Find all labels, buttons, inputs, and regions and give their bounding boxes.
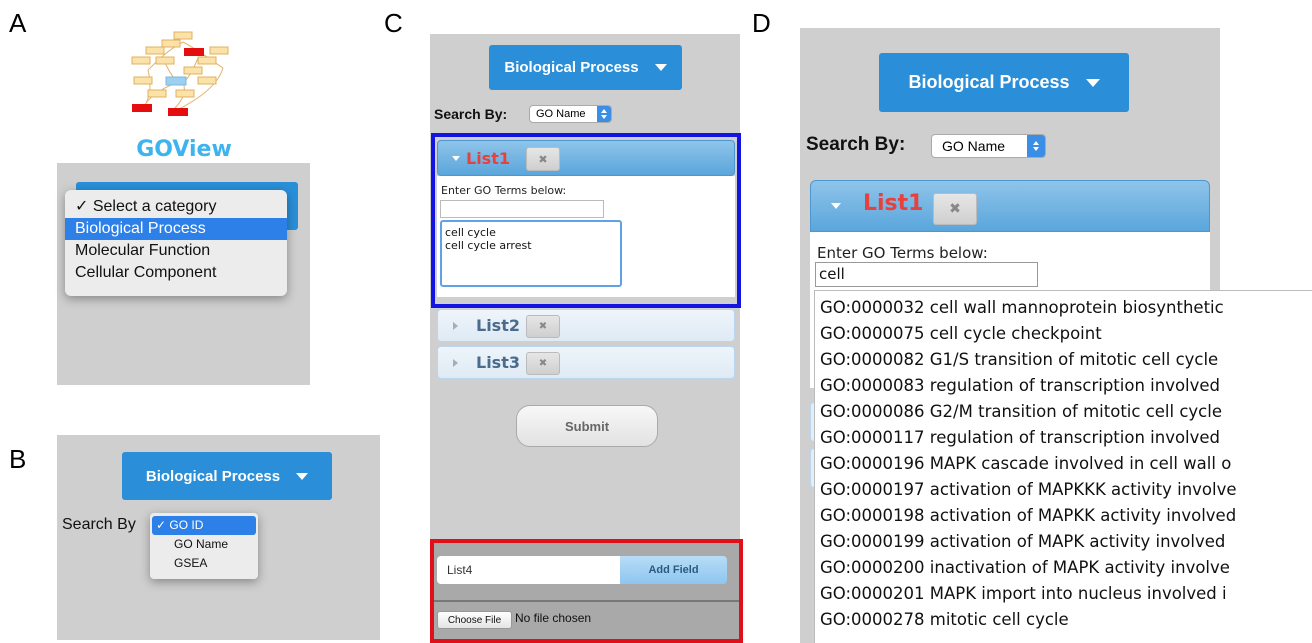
category-option-molecular-function[interactable]: Molecular Function bbox=[65, 240, 287, 262]
suggestion-item[interactable]: GO:0000117 regulation of transcription i… bbox=[820, 425, 1312, 451]
enter-terms-label: Enter GO Terms below: bbox=[817, 244, 988, 262]
search-by-option-gsea[interactable]: GSEA bbox=[150, 554, 258, 573]
suggestion-item[interactable]: GO:0000201 MAPK import into nucleus invo… bbox=[820, 581, 1312, 607]
goview-logo-icon bbox=[131, 31, 229, 116]
suggestion-item[interactable]: GO:0000198 activation of MAPKK activity … bbox=[820, 503, 1312, 529]
choose-file-label: Choose File bbox=[447, 614, 502, 626]
category-select-button[interactable]: Biological Process bbox=[489, 45, 682, 90]
accordion-header-list1[interactable]: List1 ✖ bbox=[437, 140, 735, 176]
expanded-arrow-icon bbox=[831, 203, 841, 209]
accordion-header-list3[interactable]: List3 ✖ bbox=[437, 346, 735, 379]
close-icon: ✖ bbox=[538, 152, 548, 166]
term-search-input[interactable] bbox=[440, 200, 604, 218]
go-terms-textarea[interactable]: cell cycle cell cycle arrest bbox=[440, 220, 622, 287]
list1-content: Enter GO Terms below: cell cycle cell cy… bbox=[437, 176, 735, 297]
category-dropdown-menu: ✓ Select a category Biological Process M… bbox=[65, 190, 287, 296]
accordion-header-list2[interactable]: List2 ✖ bbox=[437, 309, 735, 342]
suggestion-item[interactable]: GO:0000075 cell cycle checkpoint bbox=[820, 321, 1312, 347]
search-by-select[interactable]: GO Name bbox=[931, 134, 1046, 158]
suggestion-item[interactable]: GO:0000196 MAPK cascade involved in cell… bbox=[820, 451, 1312, 477]
select-stepper-icon bbox=[1027, 135, 1045, 157]
collapsed-arrow-icon bbox=[453, 322, 458, 330]
goview-logo-text: GOView bbox=[136, 137, 232, 162]
search-by-select-value: GO Name bbox=[536, 108, 586, 120]
category-button-label: Biological Process bbox=[908, 72, 1070, 92]
no-file-label: No file chosen bbox=[515, 611, 592, 625]
textarea-line: cell cycle bbox=[445, 226, 496, 239]
suggestion-item[interactable]: GO:0000199 activation of MAPK activity i… bbox=[820, 529, 1312, 555]
category-button-label: Biological Process bbox=[504, 59, 639, 76]
accordion-header-list1[interactable]: List1 ✖ bbox=[810, 180, 1210, 232]
caret-down-icon bbox=[654, 64, 667, 71]
add-field-button[interactable]: Add Field bbox=[620, 556, 727, 584]
search-by-label: Search By: bbox=[806, 134, 906, 155]
search-by-option-go-id[interactable]: ✓ GO ID bbox=[152, 516, 256, 535]
autocomplete-suggestions: GO:0000032 cell wall mannoprotein biosyn… bbox=[814, 290, 1312, 643]
search-by-select[interactable]: GO Name bbox=[529, 105, 612, 123]
close-icon: ✖ bbox=[538, 358, 548, 369]
panel-label-a: A bbox=[9, 8, 27, 38]
submit-button-label: Submit bbox=[564, 418, 610, 434]
search-by-label: Search By bbox=[62, 516, 136, 533]
search-by-select-value: GO Name bbox=[942, 138, 1006, 154]
new-field-input[interactable]: List4 bbox=[437, 556, 620, 584]
term-search-input[interactable]: cell bbox=[815, 262, 1038, 287]
panel-label-c: C bbox=[384, 8, 403, 38]
suggestion-item[interactable]: GO:0000200 inactivation of MAPK activity… bbox=[820, 555, 1312, 581]
suggestion-item[interactable]: GO:0000032 cell wall mannoprotein biosyn… bbox=[820, 295, 1312, 321]
remove-list-button[interactable]: ✖ bbox=[526, 352, 560, 375]
select-stepper-icon bbox=[597, 106, 611, 122]
remove-list-button[interactable]: ✖ bbox=[933, 193, 977, 225]
expanded-arrow-icon bbox=[452, 156, 460, 161]
close-icon: ✖ bbox=[538, 321, 548, 332]
list-title: List2 bbox=[476, 316, 520, 335]
enter-terms-label: Enter GO Terms below: bbox=[441, 184, 567, 197]
caret-down-icon bbox=[296, 472, 309, 480]
panel-label-b: B bbox=[9, 444, 27, 474]
list-title: List3 bbox=[476, 353, 520, 372]
search-by-option-go-name[interactable]: GO Name bbox=[150, 535, 258, 554]
panel-label-d: D bbox=[752, 8, 771, 38]
choose-file-button[interactable]: Choose File bbox=[437, 611, 512, 629]
category-select-button[interactable]: Biological Process bbox=[122, 452, 332, 500]
category-option-select[interactable]: ✓ Select a category bbox=[65, 196, 287, 218]
close-icon: ✖ bbox=[949, 201, 961, 217]
category-option-cellular-component[interactable]: Cellular Component bbox=[65, 262, 287, 284]
suggestion-item[interactable]: GO:0000086 G2/M transition of mitotic ce… bbox=[820, 399, 1312, 425]
submit-button[interactable]: Submit bbox=[516, 405, 658, 447]
textarea-line: cell cycle arrest bbox=[445, 239, 532, 252]
suggestion-item[interactable]: GO:0000197 activation of MAPKKK activity… bbox=[820, 477, 1312, 503]
remove-list-button[interactable]: ✖ bbox=[526, 147, 560, 171]
suggestion-item[interactable]: GO:0000083 regulation of transcription i… bbox=[820, 373, 1312, 399]
search-by-dropdown-menu: ✓ GO ID GO Name GSEA bbox=[150, 513, 258, 579]
category-option-biological-process[interactable]: Biological Process bbox=[65, 218, 287, 240]
caret-down-icon bbox=[1085, 78, 1100, 87]
suggestion-item[interactable]: GO:0000082 G1/S transition of mitotic ce… bbox=[820, 347, 1312, 373]
search-by-label: Search By: bbox=[434, 106, 508, 122]
add-field-label: Add Field bbox=[648, 564, 699, 576]
divider bbox=[434, 600, 739, 602]
category-select-button[interactable]: Biological Process bbox=[879, 53, 1129, 112]
list-title: List1 bbox=[863, 191, 924, 216]
category-button-label: Biological Process bbox=[145, 467, 281, 485]
suggestion-item[interactable]: GO:0000278 mitotic cell cycle bbox=[820, 607, 1312, 633]
collapsed-arrow-icon bbox=[453, 359, 458, 367]
remove-list-button[interactable]: ✖ bbox=[526, 315, 560, 338]
list-title: List1 bbox=[466, 149, 510, 168]
